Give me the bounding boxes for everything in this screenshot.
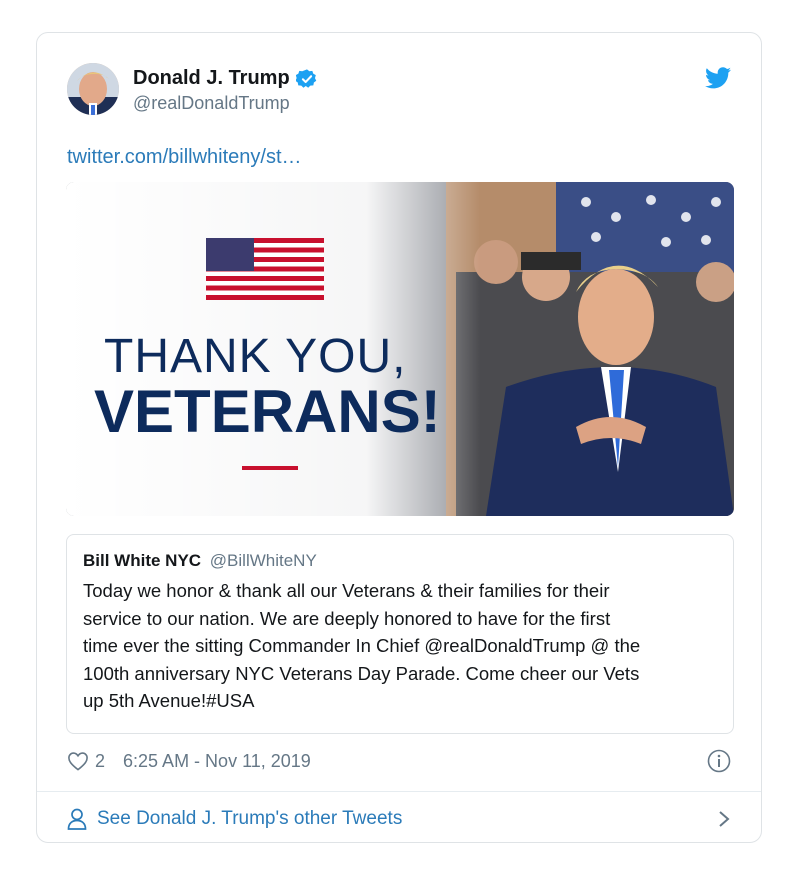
avatar[interactable] bbox=[67, 63, 119, 115]
like-count: 2 bbox=[95, 750, 106, 771]
info-icon[interactable] bbox=[707, 749, 731, 773]
media-headline-line1: THANK YOU, bbox=[104, 330, 407, 383]
quoted-tweet[interactable]: Bill White NYC @BillWhiteNY Today we hon… bbox=[66, 534, 734, 734]
verified-badge-icon bbox=[295, 68, 316, 88]
tweet-link[interactable]: twitter.com/billwhiteny/st… bbox=[67, 146, 302, 169]
quoted-author-name[interactable]: Bill White NYC bbox=[83, 551, 201, 570]
tweet-media-image[interactable]: THANK YOU, VETERANS! bbox=[66, 182, 734, 516]
author-handle[interactable]: @realDonaldTrump bbox=[133, 93, 318, 114]
other-tweets-label[interactable]: See Donald J. Trump's other Tweets bbox=[97, 808, 402, 830]
author-names: Donald J. Trump @realDonaldTrump bbox=[133, 67, 318, 114]
author-display-name[interactable]: Donald J. Trump bbox=[133, 67, 290, 90]
tweet-timestamp[interactable]: 6:25 AM - Nov 11, 2019 bbox=[123, 751, 311, 772]
chevron-right-icon[interactable] bbox=[717, 810, 731, 828]
quoted-author-handle[interactable]: @BillWhiteNY bbox=[210, 551, 317, 570]
twitter-bird-icon[interactable] bbox=[705, 67, 731, 89]
media-headline-line2: VETERANS! bbox=[94, 378, 441, 445]
other-tweets-link[interactable]: See Donald J. Trump's other Tweets bbox=[67, 801, 731, 837]
quoted-tweet-text: Today we honor & thank all our Veterans … bbox=[83, 580, 641, 711]
tweet-header: Donald J. Trump @realDonaldTrump bbox=[67, 63, 731, 123]
heart-icon[interactable] bbox=[67, 751, 89, 771]
embedded-tweet-card: Donald J. Trump @realDonaldTrump twitter… bbox=[36, 32, 762, 843]
tweet-actions: 2 6:25 AM - Nov 11, 2019 bbox=[67, 747, 731, 775]
person-icon bbox=[67, 808, 87, 830]
divider bbox=[37, 791, 761, 792]
